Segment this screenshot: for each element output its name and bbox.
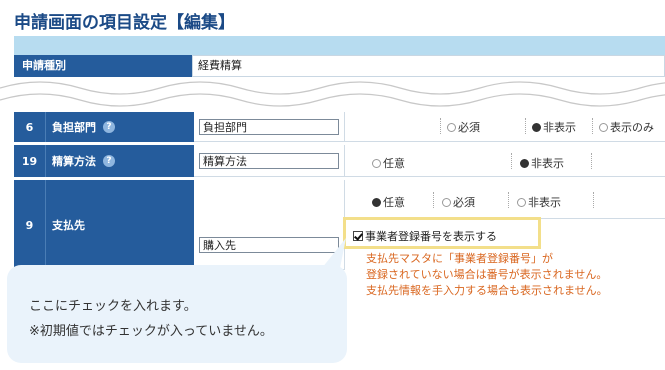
divider bbox=[591, 153, 592, 169]
radio-selected-icon bbox=[532, 122, 541, 132]
radio-label: 表示のみ bbox=[610, 121, 654, 134]
radio-label: 非表示 bbox=[543, 121, 576, 134]
application-type-label: 申請種別 bbox=[14, 55, 192, 77]
radio-selected-icon bbox=[372, 197, 381, 207]
display-name-cell: 負担部門 bbox=[194, 112, 344, 142]
callout-bubble: ここにチェックを入れます。 ※初期値ではチェックが入っていません。 bbox=[7, 265, 347, 363]
radio-label: 必須 bbox=[453, 196, 475, 209]
note-line: 支払先マスタに「事業者登録番号」が bbox=[366, 252, 553, 265]
radio-icon bbox=[517, 197, 526, 207]
options-cell: 任意 非表示 bbox=[344, 145, 665, 177]
radio-label: 必須 bbox=[458, 121, 480, 134]
divider bbox=[433, 192, 434, 208]
application-type-value: 経費精算 bbox=[192, 55, 665, 77]
application-type-row: 申請種別 経費精算 bbox=[14, 55, 665, 77]
note-line: 支払先情報を手入力する場合も表示されません。 bbox=[366, 284, 608, 297]
field-name: 支払先 bbox=[46, 180, 194, 270]
field-name-label: 支払先 bbox=[52, 219, 85, 232]
display-name-cell: 精算方法 bbox=[194, 145, 344, 177]
help-icon[interactable]: ? bbox=[103, 121, 115, 133]
table-row: 6 負担部門 ? 負担部門 必須 非表示 表示のみ bbox=[14, 112, 665, 142]
divider bbox=[508, 192, 509, 208]
field-name: 精算方法 ? bbox=[46, 145, 194, 177]
note-line: 登録されていない場合は番号が表示されません。 bbox=[366, 268, 608, 281]
divider bbox=[440, 118, 441, 134]
radio-selected-icon bbox=[520, 158, 529, 168]
radio-hidden[interactable]: 非表示 bbox=[532, 119, 576, 135]
page-title: 申請画面の項目設定【編集】 bbox=[14, 13, 235, 33]
radio-icon bbox=[599, 122, 608, 132]
row-number: 9 bbox=[14, 180, 46, 270]
radio-label: 非表示 bbox=[528, 196, 561, 209]
row-number: 6 bbox=[14, 112, 46, 142]
radio-optional[interactable]: 任意 bbox=[372, 155, 405, 171]
radio-label: 任意 bbox=[383, 157, 405, 170]
radio-required[interactable]: 必須 bbox=[442, 194, 475, 210]
divider bbox=[593, 192, 594, 208]
divider bbox=[511, 153, 512, 169]
row-number: 19 bbox=[14, 145, 46, 177]
field-name-label: 負担部門 bbox=[52, 121, 96, 134]
help-icon[interactable]: ? bbox=[103, 155, 115, 167]
radio-icon bbox=[447, 122, 456, 132]
radio-icon bbox=[372, 158, 381, 168]
radio-label: 任意 bbox=[383, 196, 405, 209]
registration-number-checkbox[interactable]: 事業者登録番号を表示する bbox=[353, 228, 497, 244]
callout-text: ここにチェックを入れます。 bbox=[29, 299, 197, 314]
display-name-input[interactable]: 精算方法 bbox=[199, 153, 339, 169]
cut-divider bbox=[0, 81, 665, 116]
radio-hidden[interactable]: 非表示 bbox=[517, 194, 561, 210]
field-name: 負担部門 ? bbox=[46, 112, 194, 142]
display-name-input[interactable]: 負担部門 bbox=[199, 119, 339, 135]
divider bbox=[525, 118, 526, 134]
radio-display-only[interactable]: 表示のみ bbox=[599, 119, 654, 135]
radio-hidden[interactable]: 非表示 bbox=[520, 155, 564, 171]
radio-required[interactable]: 必須 bbox=[447, 119, 480, 135]
radio-icon bbox=[442, 197, 451, 207]
checkbox-label: 事業者登録番号を表示する bbox=[365, 230, 497, 243]
radio-label: 非表示 bbox=[531, 157, 564, 170]
options-cell: 必須 非表示 表示のみ bbox=[344, 112, 665, 142]
table-row: 19 精算方法 ? 精算方法 任意 非表示 bbox=[14, 145, 665, 177]
radio-optional[interactable]: 任意 bbox=[372, 194, 405, 210]
field-name-label: 精算方法 bbox=[52, 155, 96, 168]
divider bbox=[592, 118, 593, 134]
callout-text: ※初期値ではチェックが入っていません。 bbox=[29, 324, 273, 339]
